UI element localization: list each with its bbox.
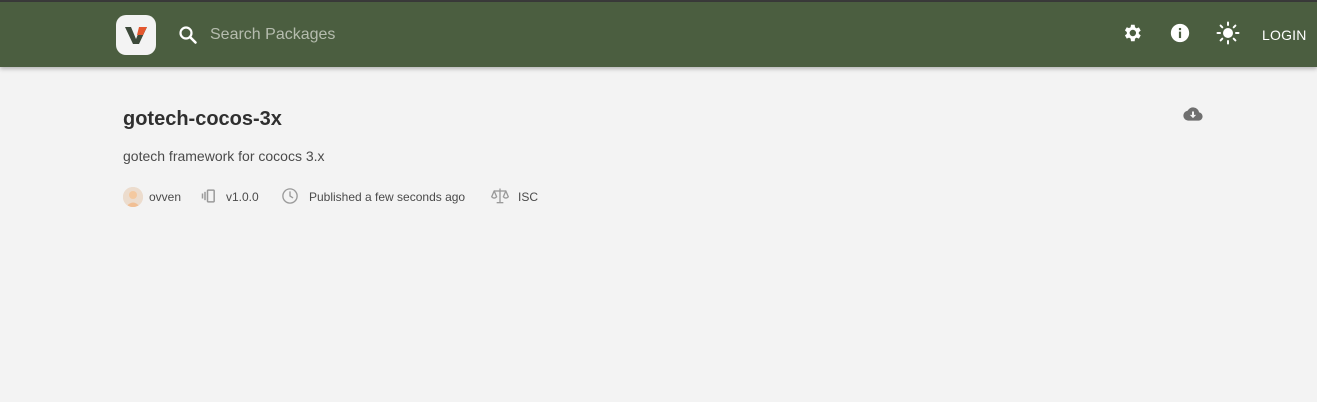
info-button[interactable] [1166, 21, 1194, 49]
app-header: LOGIN [0, 2, 1317, 67]
settings-button[interactable] [1118, 21, 1146, 49]
license-text: ISC [518, 190, 539, 204]
clock-icon [281, 187, 299, 208]
version-text: v1.0.0 [226, 190, 259, 204]
package-name[interactable]: gotech-cocos-3x [123, 108, 282, 131]
download-button[interactable] [1183, 104, 1203, 124]
sun-icon [1216, 21, 1240, 50]
search-input[interactable] [208, 25, 572, 45]
cloud-download-icon [1183, 107, 1203, 128]
scale-icon [490, 186, 510, 209]
author-name: ovven [149, 190, 182, 204]
license-info: ISC [490, 186, 538, 208]
theme-toggle-button[interactable] [1214, 21, 1242, 49]
gear-icon [1121, 22, 1143, 49]
version-icon [200, 186, 220, 209]
version-info: v1.0.0 [200, 186, 259, 208]
package-description: gotech framework for cococs 3.x [123, 148, 325, 164]
info-icon [1169, 22, 1191, 49]
verdaccio-logo-icon[interactable] [116, 15, 156, 55]
published-info: Published a few seconds ago [281, 186, 465, 208]
avatar [123, 187, 143, 207]
search-icon [178, 25, 198, 45]
login-button[interactable]: LOGIN [1262, 27, 1307, 43]
search-bar [178, 22, 572, 48]
published-text: Published a few seconds ago [309, 190, 466, 204]
author-info[interactable]: ovven [123, 186, 181, 208]
